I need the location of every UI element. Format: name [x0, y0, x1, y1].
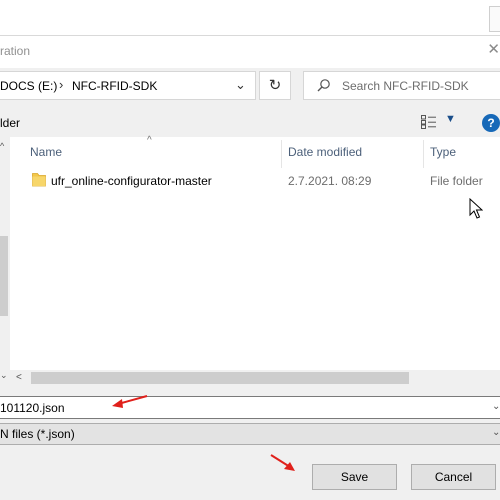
- breadcrumb-folder[interactable]: NFC-RFID-SDK: [72, 79, 157, 93]
- breadcrumb-separator-icon[interactable]: ›: [59, 77, 63, 92]
- search-icon: [317, 79, 330, 92]
- cancel-button[interactable]: Cancel: [411, 464, 496, 490]
- breadcrumb-drive[interactable]: DOCS (E:): [0, 79, 57, 93]
- nav-scroll-down-icon[interactable]: ⌄: [0, 370, 9, 381]
- view-dropdown-icon[interactable]: ▼: [445, 113, 456, 125]
- background-window-strip: [0, 0, 500, 36]
- column-header-type[interactable]: Type: [430, 145, 456, 159]
- save-as-type-dropdown-icon[interactable]: ⌄: [492, 427, 500, 438]
- view-options-icon[interactable]: [421, 115, 437, 129]
- folder-icon: [32, 173, 46, 187]
- mouse-cursor-icon: [469, 198, 483, 219]
- close-button[interactable]: ✕: [486, 40, 500, 60]
- column-header-name[interactable]: Name: [30, 145, 62, 159]
- filename-field[interactable]: [0, 396, 500, 419]
- save-as-type-value[interactable]: N files (*.json): [0, 427, 75, 441]
- filename-value[interactable]: 101120.json: [0, 401, 65, 415]
- window-title: ration: [0, 44, 31, 58]
- column-header-date-modified[interactable]: Date modified: [288, 145, 362, 159]
- column-divider[interactable]: [423, 140, 424, 168]
- sort-ascending-icon: ^: [147, 135, 152, 146]
- annotation-arrow-icon: [112, 395, 148, 408]
- filename-dropdown-icon[interactable]: ⌄: [492, 401, 500, 412]
- save-button[interactable]: Save: [312, 464, 397, 490]
- search-placeholder: Search NFC-RFID-SDK: [342, 79, 469, 93]
- title-bar[interactable]: [0, 36, 500, 68]
- file-date-modified: 2.7.2021. 08:29: [288, 174, 372, 188]
- refresh-button[interactable]: ↻: [259, 71, 291, 100]
- file-name[interactable]: ufr_online-configurator-master: [51, 174, 212, 188]
- save-as-type-select[interactable]: [0, 423, 500, 445]
- help-icon[interactable]: ?: [482, 114, 500, 132]
- annotation-arrow-icon: [270, 454, 295, 471]
- nav-scroll-up-icon[interactable]: ^: [0, 141, 9, 151]
- nav-scrollbar-thumb[interactable]: [0, 236, 8, 316]
- new-folder-button[interactable]: lder: [0, 116, 20, 130]
- column-divider[interactable]: [281, 140, 282, 168]
- horizontal-scrollbar-thumb[interactable]: [31, 372, 409, 384]
- file-type: File folder: [430, 174, 483, 188]
- address-history-dropdown-icon[interactable]: ⌄: [235, 77, 246, 93]
- scroll-left-icon[interactable]: <: [16, 372, 22, 383]
